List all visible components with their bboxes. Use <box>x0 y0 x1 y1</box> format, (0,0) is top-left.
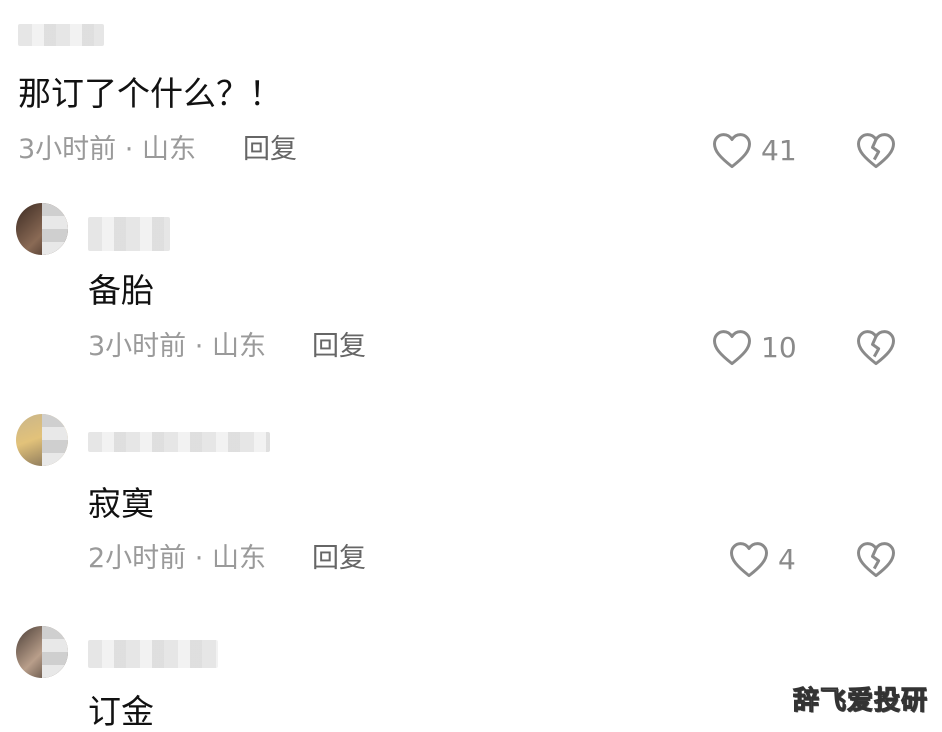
comment-text: 订金 <box>88 692 154 731</box>
username-blurred[interactable] <box>88 432 270 452</box>
comment-location: 山东 <box>141 134 196 165</box>
username-blurred[interactable] <box>18 24 104 46</box>
comment-time: 3小时前 <box>18 134 117 165</box>
meta-separator: · <box>194 543 204 574</box>
comment-item: 寂寞 2小时前 · 山东 回复 4 <box>0 408 942 608</box>
comment-text: 备胎 <box>88 271 154 310</box>
broken-heart-icon <box>855 130 897 170</box>
like-button[interactable]: 4 <box>728 539 796 579</box>
dislike-button[interactable] <box>855 327 897 367</box>
username-blurred[interactable] <box>88 640 218 668</box>
comment-item: 那订了个什么？！ 3小时前 · 山东 回复 41 <box>0 0 942 180</box>
meta-separator: · <box>124 134 134 165</box>
like-count: 10 <box>761 330 797 364</box>
avatar[interactable] <box>16 203 68 255</box>
like-count: 41 <box>761 133 797 167</box>
comment-meta: 2小时前 · 山东 <box>88 542 266 576</box>
comment-location: 山东 <box>211 331 266 362</box>
comment-time: 2小时前 <box>88 543 187 574</box>
comment-meta: 3小时前 · 山东 <box>88 330 266 364</box>
avatar[interactable] <box>16 414 68 466</box>
watermark: 辞飞爱投研 <box>792 686 928 717</box>
meta-separator: · <box>194 331 204 362</box>
comment-text: 那订了个什么？！ <box>18 74 282 113</box>
broken-heart-icon <box>855 539 897 579</box>
heart-outline-icon <box>711 327 753 367</box>
like-count: 4 <box>778 542 796 576</box>
heart-outline-icon <box>711 130 753 170</box>
comment-item: 备胎 3小时前 · 山东 回复 10 <box>0 195 942 395</box>
username-blurred[interactable] <box>88 217 170 251</box>
comment-time: 3小时前 <box>88 331 187 362</box>
comment-location: 山东 <box>211 543 266 574</box>
comment-text: 寂寞 <box>88 484 154 523</box>
avatar[interactable] <box>16 626 68 678</box>
reply-button[interactable]: 回复 <box>312 330 366 364</box>
reply-button[interactable]: 回复 <box>312 542 366 576</box>
dislike-button[interactable] <box>855 130 897 170</box>
reply-button[interactable]: 回复 <box>243 133 297 167</box>
heart-outline-icon <box>728 539 770 579</box>
dislike-button[interactable] <box>855 539 897 579</box>
like-button[interactable]: 41 <box>711 130 797 170</box>
like-button[interactable]: 10 <box>711 327 797 367</box>
comment-meta: 3小时前 · 山东 <box>18 133 196 167</box>
broken-heart-icon <box>855 327 897 367</box>
